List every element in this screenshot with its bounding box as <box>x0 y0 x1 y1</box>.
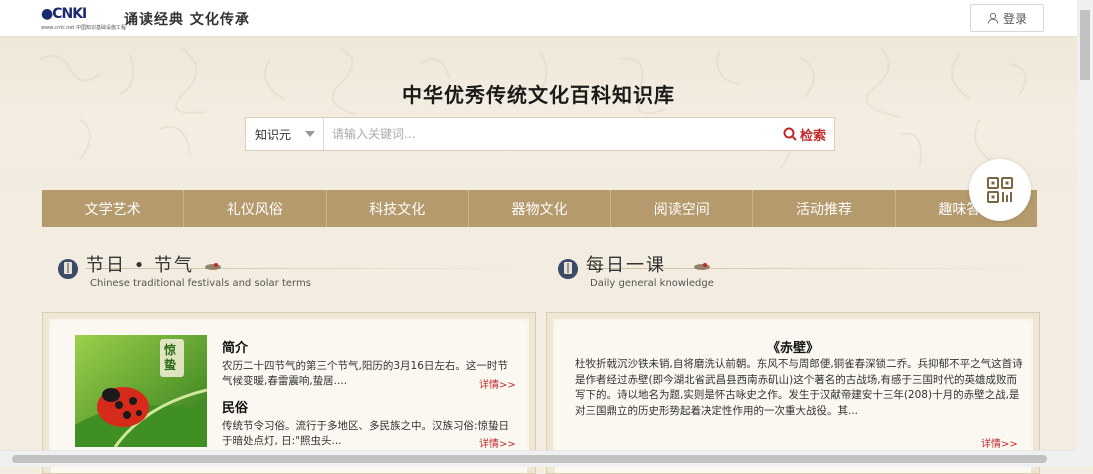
user-icon <box>987 12 999 24</box>
slogan: 诵读经典 文化传承 <box>124 12 250 28</box>
caret-down-icon <box>305 131 315 137</box>
cnki-logo[interactable]: ●CNKI www.cnki.net 中国知识基础设施工程 <box>41 6 126 32</box>
scrollbar-thumb[interactable] <box>1080 10 1090 80</box>
festival-image[interactable]: 惊蛰 <box>75 335 207 447</box>
logo-url: www.cnki.net <box>41 25 75 31</box>
horizontal-scrollbar[interactable] <box>0 450 1077 467</box>
nav-item-etiquette-customs[interactable]: 礼仪风俗 <box>184 190 327 227</box>
logo-sub: 中国知识基础设施工程 <box>76 25 127 31</box>
login-button[interactable]: 登录 <box>970 4 1044 32</box>
vertical-scrollbar[interactable] <box>1077 0 1093 466</box>
logo-text: CNKI <box>52 6 87 22</box>
daily-title: 每日一课 <box>586 251 714 277</box>
logo-subtitle: www.cnki.net 中国知识基础设施工程 <box>41 24 126 31</box>
nav-item-artifact-culture[interactable]: 器物文化 <box>469 190 612 227</box>
seal-decoration-icon <box>204 263 221 270</box>
daily-title-text: 每日一课 <box>586 255 666 276</box>
logo-mark: ●CNKI <box>41 6 87 22</box>
hero-banner: 中华优秀传统文化百科知识库 知识元 检索 <box>0 37 1077 187</box>
calligraphy-background <box>20 39 1077 187</box>
ladybug-image <box>75 335 207 447</box>
search-bar: 知识元 检索 <box>245 117 835 151</box>
intro-text: 农历二十四节气的第三个节气,阳历的3月16日左右。这一时节气候变暖,春雷震响,蛰… <box>222 360 508 387</box>
top-bar: ●CNKI www.cnki.net 中国知识基础设施工程 诵读经典 文化传承 … <box>0 0 1077 37</box>
book-icon <box>558 259 578 279</box>
custom-heading: 民俗 <box>222 401 249 416</box>
festival-section-header: 节日 • 节气 Chinese traditional festivals an… <box>56 250 531 292</box>
nav-item-reading-space[interactable]: 阅读空间 <box>611 190 754 227</box>
custom-more-link[interactable]: 详情>> <box>479 435 516 450</box>
festival-title-text: 节日 • 节气 <box>86 255 195 276</box>
search-scope-value: 知识元 <box>255 127 292 142</box>
poem-more-link[interactable]: 详情>> <box>981 435 1018 450</box>
search-icon <box>783 127 797 141</box>
qr-code-icon <box>987 177 1013 203</box>
seal-decoration-icon <box>693 263 710 270</box>
poem-text: 杜牧折戟沉沙铁未销,自将磨洗认前朝。东风不与周郎便,铜雀春深锁二乔。兵抑郁不平之… <box>575 358 1023 417</box>
festival-title: 节日 • 节气 <box>86 251 224 277</box>
calligraphy-texture <box>39 46 1027 170</box>
scrollbar-thumb[interactable] <box>12 455 1047 463</box>
nav-item-activities[interactable]: 活动推荐 <box>753 190 896 227</box>
daily-subtitle: Daily general knowledge <box>590 278 714 289</box>
qr-code-button[interactable] <box>969 159 1031 221</box>
intro-more-link[interactable]: 详情>> <box>479 376 516 391</box>
site-title: 中华优秀传统文化百科知识库 <box>402 83 675 107</box>
book-icon <box>58 259 78 279</box>
daily-section-header: 每日一课 Daily general knowledge <box>556 250 1036 292</box>
search-scope-select[interactable]: 知识元 <box>246 118 324 150</box>
festival-image-label: 惊蛰 <box>164 343 177 372</box>
nav-item-literature-art[interactable]: 文学艺术 <box>42 190 185 227</box>
search-input[interactable] <box>324 118 779 150</box>
intro-heading: 简介 <box>222 341 249 356</box>
nav-item-science-culture[interactable]: 科技文化 <box>327 190 469 227</box>
search-button-label: 检索 <box>799 128 826 144</box>
main-nav: 文学艺术 礼仪风俗 科技文化 器物文化 阅读空间 活动推荐 趣味答题 <box>42 190 1037 227</box>
search-button[interactable]: 检索 <box>779 125 834 144</box>
login-label: 登录 <box>1002 11 1027 26</box>
poem-title: 《赤壁》 <box>766 341 819 356</box>
custom-text: 传统节令习俗。流行于多地区、多民族之中。汉族习俗:惊蛰日于暗处点灯, 日:"照虫… <box>222 420 510 447</box>
festival-subtitle: Chinese traditional festivals and solar … <box>90 278 311 289</box>
